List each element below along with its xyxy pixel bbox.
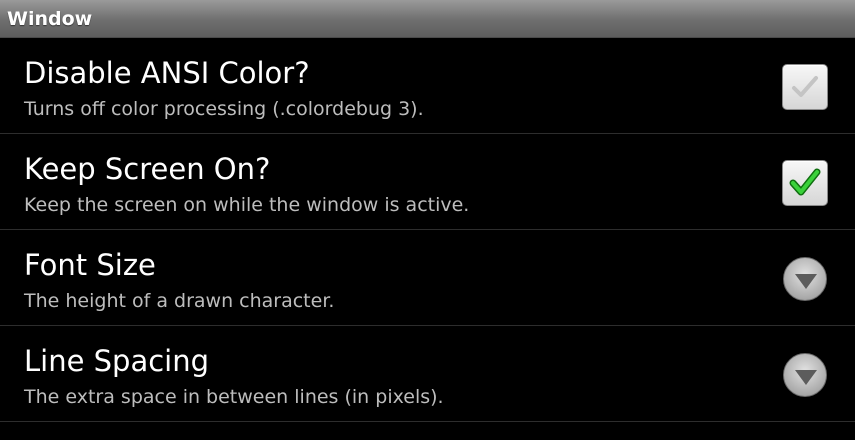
pref-title: Font Size bbox=[24, 248, 156, 282]
pref-summary: Keep the screen on while the window is a… bbox=[24, 194, 470, 216]
check-icon-unchecked bbox=[792, 76, 818, 97]
pref-title: Disable ANSI Color? bbox=[24, 56, 310, 90]
pref-font-size[interactable]: Font Size The height of a drawn characte… bbox=[0, 230, 855, 326]
check-icon-checked bbox=[789, 168, 821, 196]
pref-title: Line Spacing bbox=[24, 344, 210, 378]
pref-summary: The height of a drawn character. bbox=[24, 290, 335, 312]
category-header: Window bbox=[0, 0, 855, 38]
font-size-dropdown-button[interactable] bbox=[783, 257, 827, 301]
pref-keep-screen-on[interactable]: Keep Screen On? Keep the screen on while… bbox=[0, 134, 855, 230]
pref-summary: Turns off color processing (.colordebug … bbox=[24, 98, 424, 120]
pref-summary: The extra space in between lines (in pix… bbox=[24, 386, 444, 408]
pref-disable-ansi-color[interactable]: Disable ANSI Color? Turns off color proc… bbox=[0, 38, 855, 134]
category-title: Window bbox=[7, 7, 93, 30]
keep-screen-on-checkbox[interactable] bbox=[782, 160, 828, 206]
pref-title: Keep Screen On? bbox=[24, 152, 271, 186]
chevron-down-icon bbox=[795, 274, 817, 289]
preferences-screen: Window Disable ANSI Color? Turns off col… bbox=[0, 0, 855, 440]
pref-line-spacing[interactable]: Line Spacing The extra space in between … bbox=[0, 326, 855, 422]
chevron-down-icon bbox=[795, 370, 817, 385]
disable-ansi-color-checkbox[interactable] bbox=[782, 64, 828, 110]
preference-list: Disable ANSI Color? Turns off color proc… bbox=[0, 38, 855, 422]
line-spacing-dropdown-button[interactable] bbox=[783, 353, 827, 397]
